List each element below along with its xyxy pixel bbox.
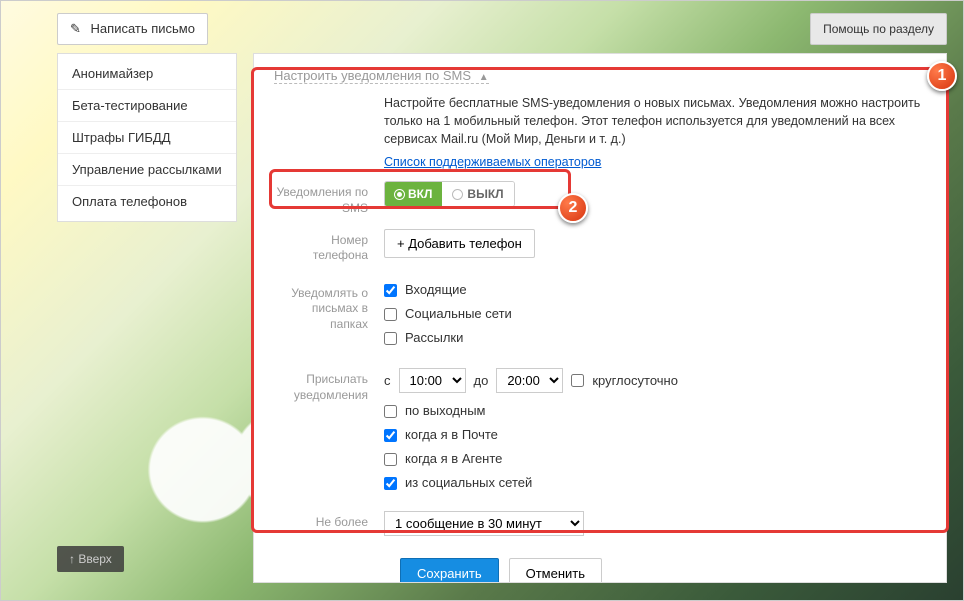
folder-mailings[interactable]: Рассылки (384, 330, 926, 345)
opt-in-mail[interactable]: когда я в Почте (384, 427, 926, 442)
save-button[interactable]: Сохранить (400, 558, 499, 583)
checkbox-weekends[interactable] (384, 405, 397, 418)
compose-label: Написать письмо (91, 21, 195, 36)
to-label: до (474, 373, 489, 388)
sidebar-item-phone-pay[interactable]: Оплата телефонов (58, 186, 236, 217)
add-phone-button[interactable]: + Добавить телефон (384, 229, 535, 258)
opt-from-social[interactable]: из социальных сетей (384, 475, 926, 490)
edit-icon: ✎ (70, 21, 81, 36)
allday[interactable]: круглосуточно (571, 373, 678, 388)
label-phone: Номер телефона (274, 229, 384, 264)
section-description: Настройте бесплатные SMS-уведомления о н… (384, 94, 926, 148)
sidebar-item-mailings[interactable]: Управление рассылками (58, 154, 236, 186)
time-to-select[interactable]: 20:00 (496, 368, 563, 393)
section-title-text: Настроить уведомления по SMS (274, 68, 471, 83)
sidebar-item-anonymizer[interactable]: Анонимайзер (58, 58, 236, 90)
label-sms-notify: Уведомления по SMS (274, 181, 384, 216)
chevron-up-icon: ▲ (479, 72, 489, 83)
back-to-top[interactable]: ↑ Вверх (57, 546, 124, 572)
sidebar-item-fines[interactable]: Штрафы ГИБДД (58, 122, 236, 154)
sms-toggle[interactable]: ВКЛ ВЫКЛ (384, 181, 515, 207)
section-title-toggle[interactable]: Настроить уведомления по SMS ▲ (274, 68, 489, 84)
main-panel: Настроить уведомления по SMS ▲ Настройте… (253, 53, 947, 583)
from-label: с (384, 373, 391, 388)
sidebar-item-beta[interactable]: Бета-тестирование (58, 90, 236, 122)
checkbox-in-mail[interactable] (384, 429, 397, 442)
checkbox-mailings[interactable] (384, 332, 397, 345)
toggle-on[interactable]: ВКЛ (385, 182, 442, 206)
checkbox-social[interactable] (384, 308, 397, 321)
checkbox-allday[interactable] (571, 374, 584, 387)
annotation-marker-1: 1 (927, 61, 957, 91)
time-from-select[interactable]: 10:00 (399, 368, 466, 393)
folder-social[interactable]: Социальные сети (384, 306, 926, 321)
compose-button[interactable]: ✎ Написать письмо (57, 13, 208, 45)
limit-select[interactable]: 1 сообщение в 30 минут (384, 511, 584, 536)
cancel-button[interactable]: Отменить (509, 558, 602, 583)
folder-inbox[interactable]: Входящие (384, 282, 926, 297)
toggle-off[interactable]: ВЫКЛ (442, 182, 513, 206)
label-folders: Уведомлять о письмах в папках (274, 282, 384, 354)
checkbox-in-agent[interactable] (384, 453, 397, 466)
opt-weekends[interactable]: по выходным (384, 403, 926, 418)
opt-in-agent[interactable]: когда я в Агенте (384, 451, 926, 466)
checkbox-from-social[interactable] (384, 477, 397, 490)
checkbox-inbox[interactable] (384, 284, 397, 297)
sidebar: Анонимайзер Бета-тестирование Штрафы ГИБ… (57, 53, 237, 222)
operators-link[interactable]: Список поддерживаемых операторов (384, 155, 601, 169)
label-limit: Не более (274, 511, 384, 536)
annotation-marker-2: 2 (558, 193, 588, 223)
label-schedule: Присылать уведомления (274, 368, 384, 499)
help-button[interactable]: Помощь по разделу (810, 13, 947, 45)
